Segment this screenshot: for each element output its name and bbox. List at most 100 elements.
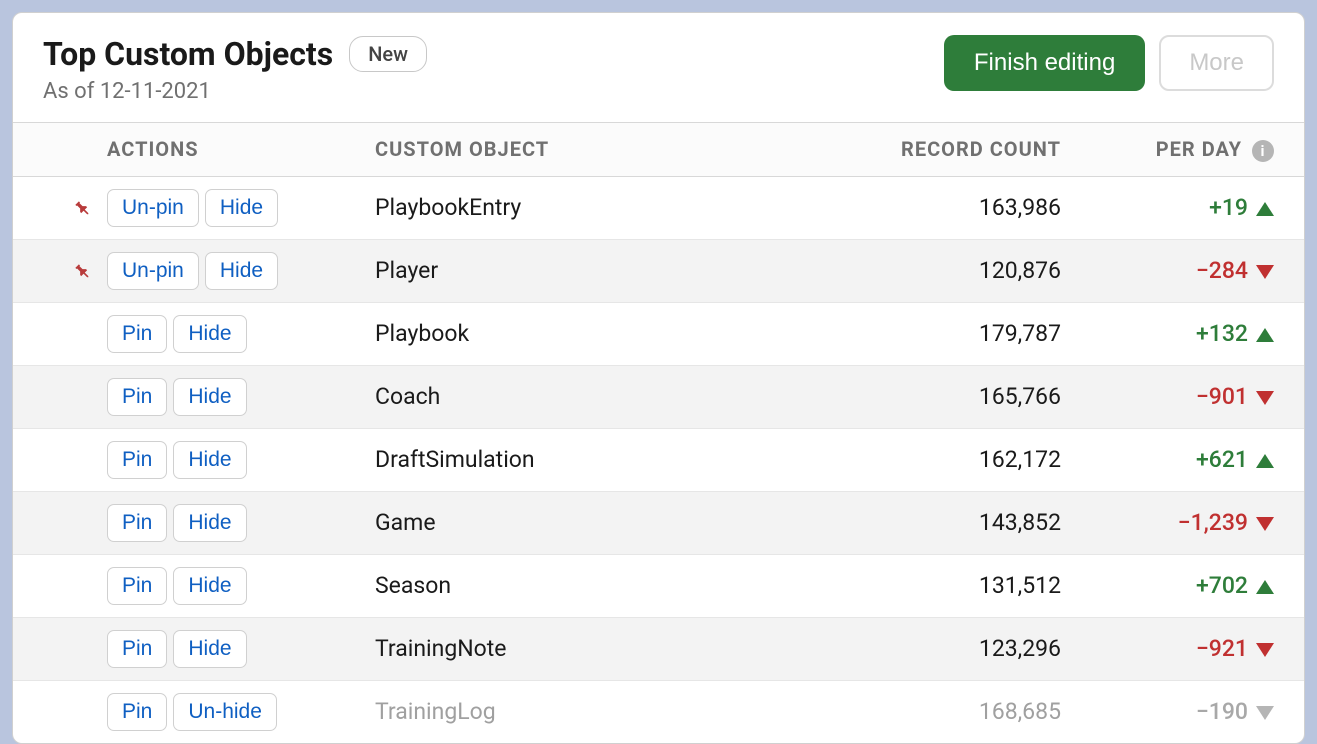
object-name: Coach bbox=[363, 365, 823, 428]
arrow-down-icon bbox=[1256, 265, 1274, 279]
delta-muted: −190 bbox=[1196, 698, 1248, 725]
pin-button[interactable]: Pin bbox=[107, 378, 167, 416]
hide-button[interactable]: Hide bbox=[173, 504, 246, 542]
arrow-down-icon bbox=[1256, 391, 1274, 405]
per-day-cell: −190 bbox=[1073, 680, 1304, 743]
more-button[interactable]: More bbox=[1159, 35, 1274, 91]
page-title: Top Custom Objects bbox=[43, 35, 333, 73]
table-row: PinUn-hideTrainingLog168,685−190 bbox=[13, 680, 1304, 743]
table-row: PinHideSeason131,512+702 bbox=[13, 554, 1304, 617]
actions-cell: PinHide bbox=[103, 428, 363, 491]
hide-button[interactable]: Hide bbox=[205, 252, 278, 290]
table-row: PinHideDraftSimulation162,172+621 bbox=[13, 428, 1304, 491]
actions-cell: PinHide bbox=[103, 617, 363, 680]
delta-up: +132 bbox=[1196, 320, 1248, 347]
arrow-up-icon bbox=[1256, 328, 1274, 342]
delta-down: −1,239 bbox=[1178, 509, 1248, 536]
pin-cell bbox=[13, 302, 103, 365]
arrow-down-icon bbox=[1256, 706, 1274, 720]
delta-down: −284 bbox=[1196, 257, 1248, 284]
per-day-cell: +702 bbox=[1073, 554, 1304, 617]
col-object-header: CUSTOM OBJECT bbox=[363, 123, 823, 177]
col-actions-header: ACTIONS bbox=[103, 123, 363, 177]
header-left: Top Custom Objects New As of 12-11-2021 bbox=[43, 35, 427, 104]
per-day-cell: −921 bbox=[1073, 617, 1304, 680]
pin-button[interactable]: Pin bbox=[107, 504, 167, 542]
object-name: Playbook bbox=[363, 302, 823, 365]
record-count: 162,172 bbox=[823, 428, 1073, 491]
custom-objects-table: ACTIONS CUSTOM OBJECT RECORD COUNT PER D… bbox=[13, 122, 1304, 743]
per-day-cell: −284 bbox=[1073, 239, 1304, 302]
top-custom-objects-card: Top Custom Objects New As of 12-11-2021 … bbox=[12, 12, 1305, 744]
pin-icon bbox=[73, 257, 93, 284]
record-count: 163,986 bbox=[823, 176, 1073, 239]
hide-button[interactable]: Hide bbox=[205, 189, 278, 227]
pin-button[interactable]: Pin bbox=[107, 693, 167, 731]
object-name: Season bbox=[363, 554, 823, 617]
pin-cell bbox=[13, 365, 103, 428]
delta-down: −921 bbox=[1196, 635, 1248, 662]
hide-button[interactable]: Hide bbox=[173, 630, 246, 668]
object-name: TrainingNote bbox=[363, 617, 823, 680]
record-count: 168,685 bbox=[823, 680, 1073, 743]
record-count: 131,512 bbox=[823, 554, 1073, 617]
table-row: Un-pinHidePlayer120,876−284 bbox=[13, 239, 1304, 302]
arrow-up-icon bbox=[1256, 454, 1274, 468]
record-count: 123,296 bbox=[823, 617, 1073, 680]
new-badge: New bbox=[349, 36, 427, 72]
table-row: PinHide Playbook179,787 +132 bbox=[13, 302, 1304, 365]
arrow-up-icon bbox=[1256, 580, 1274, 594]
table-row: PinHideGame143,852−1,239 bbox=[13, 491, 1304, 554]
actions-cell: PinHide bbox=[103, 365, 363, 428]
actions-cell: Un-pinHide bbox=[103, 176, 363, 239]
object-name: TrainingLog bbox=[363, 680, 823, 743]
finish-editing-button[interactable]: Finish editing bbox=[944, 35, 1145, 91]
delta-down: −901 bbox=[1196, 383, 1248, 410]
arrow-down-icon bbox=[1256, 643, 1274, 657]
card-header: Top Custom Objects New As of 12-11-2021 … bbox=[13, 13, 1304, 122]
unhide-button[interactable]: Un-hide bbox=[173, 693, 277, 731]
record-count: 120,876 bbox=[823, 239, 1073, 302]
arrow-down-icon bbox=[1256, 517, 1274, 531]
delta-up: +621 bbox=[1196, 446, 1248, 473]
col-perday-header: PER DAY i bbox=[1073, 123, 1304, 177]
hide-button[interactable]: Hide bbox=[173, 378, 246, 416]
actions-cell: PinUn-hide bbox=[103, 680, 363, 743]
col-pin-header bbox=[13, 123, 103, 177]
col-count-header: RECORD COUNT bbox=[823, 123, 1073, 177]
arrow-up-icon bbox=[1256, 202, 1274, 216]
unpin-button[interactable]: Un-pin bbox=[107, 189, 199, 227]
hide-button[interactable]: Hide bbox=[173, 567, 246, 605]
hide-button[interactable]: Hide bbox=[173, 441, 246, 479]
pin-cell bbox=[13, 239, 103, 302]
unpin-button[interactable]: Un-pin bbox=[107, 252, 199, 290]
pin-cell bbox=[13, 491, 103, 554]
pin-button[interactable]: Pin bbox=[107, 567, 167, 605]
pin-cell bbox=[13, 176, 103, 239]
pin-cell bbox=[13, 680, 103, 743]
pin-button[interactable]: Pin bbox=[107, 315, 167, 353]
record-count: 179,787 bbox=[823, 302, 1073, 365]
pin-button[interactable]: Pin bbox=[107, 441, 167, 479]
pin-icon bbox=[73, 194, 93, 221]
as-of-date: As of 12-11-2021 bbox=[43, 79, 427, 104]
actions-cell: PinHide bbox=[103, 491, 363, 554]
table-row: PinHideCoach165,766−901 bbox=[13, 365, 1304, 428]
info-icon[interactable]: i bbox=[1252, 140, 1274, 162]
per-day-cell: +621 bbox=[1073, 428, 1304, 491]
record-count: 165,766 bbox=[823, 365, 1073, 428]
object-name: Game bbox=[363, 491, 823, 554]
delta-up: +702 bbox=[1196, 572, 1248, 599]
object-name: PlaybookEntry bbox=[363, 176, 823, 239]
actions-cell: PinHide bbox=[103, 554, 363, 617]
object-name: Player bbox=[363, 239, 823, 302]
object-name: DraftSimulation bbox=[363, 428, 823, 491]
record-count: 143,852 bbox=[823, 491, 1073, 554]
per-day-cell: +132 bbox=[1073, 302, 1304, 365]
pin-button[interactable]: Pin bbox=[107, 630, 167, 668]
hide-button[interactable]: Hide bbox=[173, 315, 246, 353]
actions-cell: Un-pinHide bbox=[103, 239, 363, 302]
per-day-cell: −1,239 bbox=[1073, 491, 1304, 554]
perday-label: PER DAY bbox=[1156, 137, 1242, 161]
pin-cell bbox=[13, 428, 103, 491]
